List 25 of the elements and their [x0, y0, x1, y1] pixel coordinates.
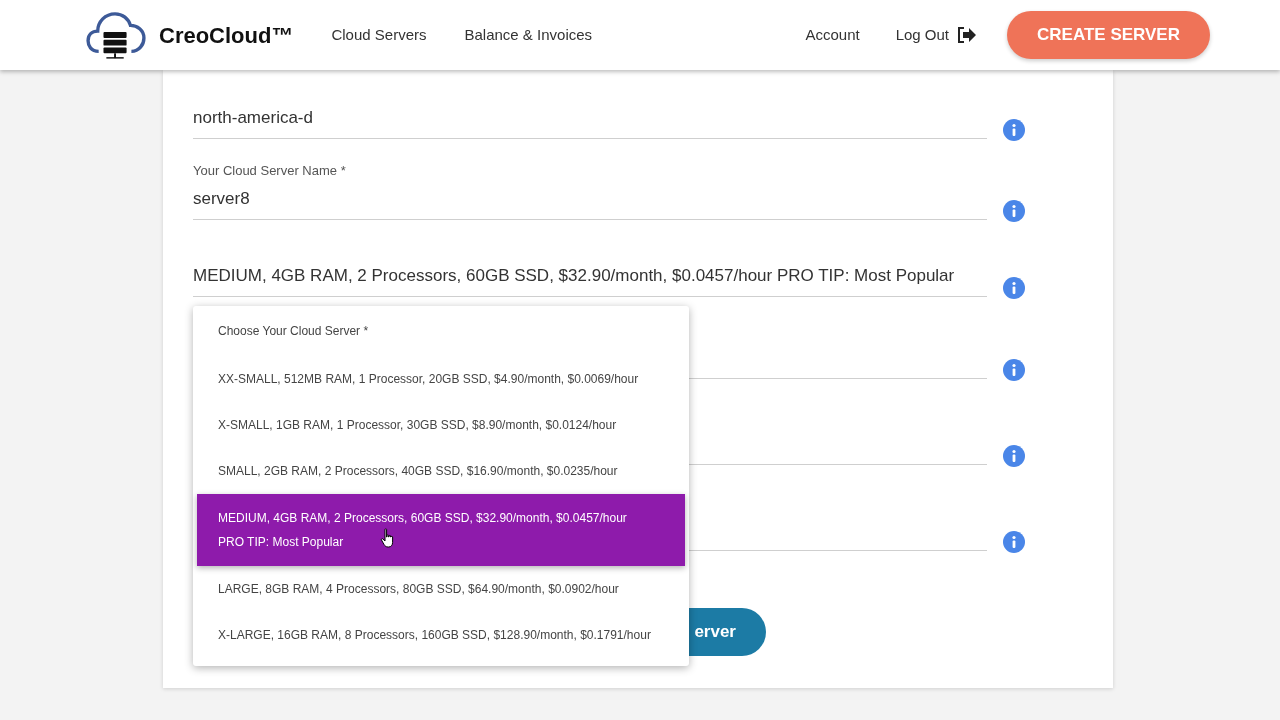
info-icon[interactable] [1003, 199, 1025, 222]
menu-option[interactable]: X-SMALL, 1GB RAM, 1 Processor, 30GB SSD, $8.90/month, $0.0124/hour [193, 402, 689, 448]
nav-link[interactable]: Log Out [895, 23, 978, 47]
menu-option[interactable]: MEDIUM, 4GB RAM, 2 Processors, 60GB SSD, $32.90/month, $0.0457/hour PRO TIP: Most Popular [197, 494, 685, 566]
input-field[interactable]: north-america-d [193, 106, 987, 138]
nav-link[interactable]: Cloud Servers [331, 23, 427, 47]
info-icon[interactable] [1003, 119, 1025, 141]
menu-option[interactable]: SMALL, 2GB RAM, 2 Processors, 40GB SSD, $16.90/month, $0.0235/hour [193, 448, 689, 494]
info-icon[interactable] [1003, 276, 1025, 299]
info-icon[interactable] [1003, 530, 1025, 553]
menu-option[interactable]: XX-SMALL, 512MB RAM, 1 Processor, 20GB SSD, $4.90/month, $0.0069/hour [193, 356, 689, 402]
logout-icon [957, 26, 978, 44]
info-icon[interactable] [1003, 358, 1025, 381]
hand-pointer-icon [380, 528, 396, 548]
menu-option[interactable]: X-LARGE, 16GB RAM, 8 Processors, 160GB SSD, $128.90/month, $0.1791/hour [193, 612, 689, 658]
input-field[interactable]: server8 [193, 186, 987, 219]
brand-name: CreoCloud™ [159, 21, 294, 50]
menu-header: Choose Your Cloud Server * [217, 323, 370, 340]
field-label: Your Cloud Server Name * [193, 162, 347, 180]
nav-link[interactable]: Account [805, 23, 860, 47]
info-icon[interactable] [1003, 444, 1025, 467]
nav-link[interactable]: Balance & Invoices [464, 23, 593, 47]
cloud-server-logo-icon [85, 9, 147, 61]
select-field[interactable]: MEDIUM, 4GB RAM, 2 Processors, 60GB SSD, $32.90/month, $0.0457/hour PRO TIP: Most Popular [193, 263, 987, 296]
menu-option[interactable]: LARGE, 8GB RAM, 4 Processors, 80GB SSD, $64.90/month, $0.0902/hour [193, 566, 689, 612]
